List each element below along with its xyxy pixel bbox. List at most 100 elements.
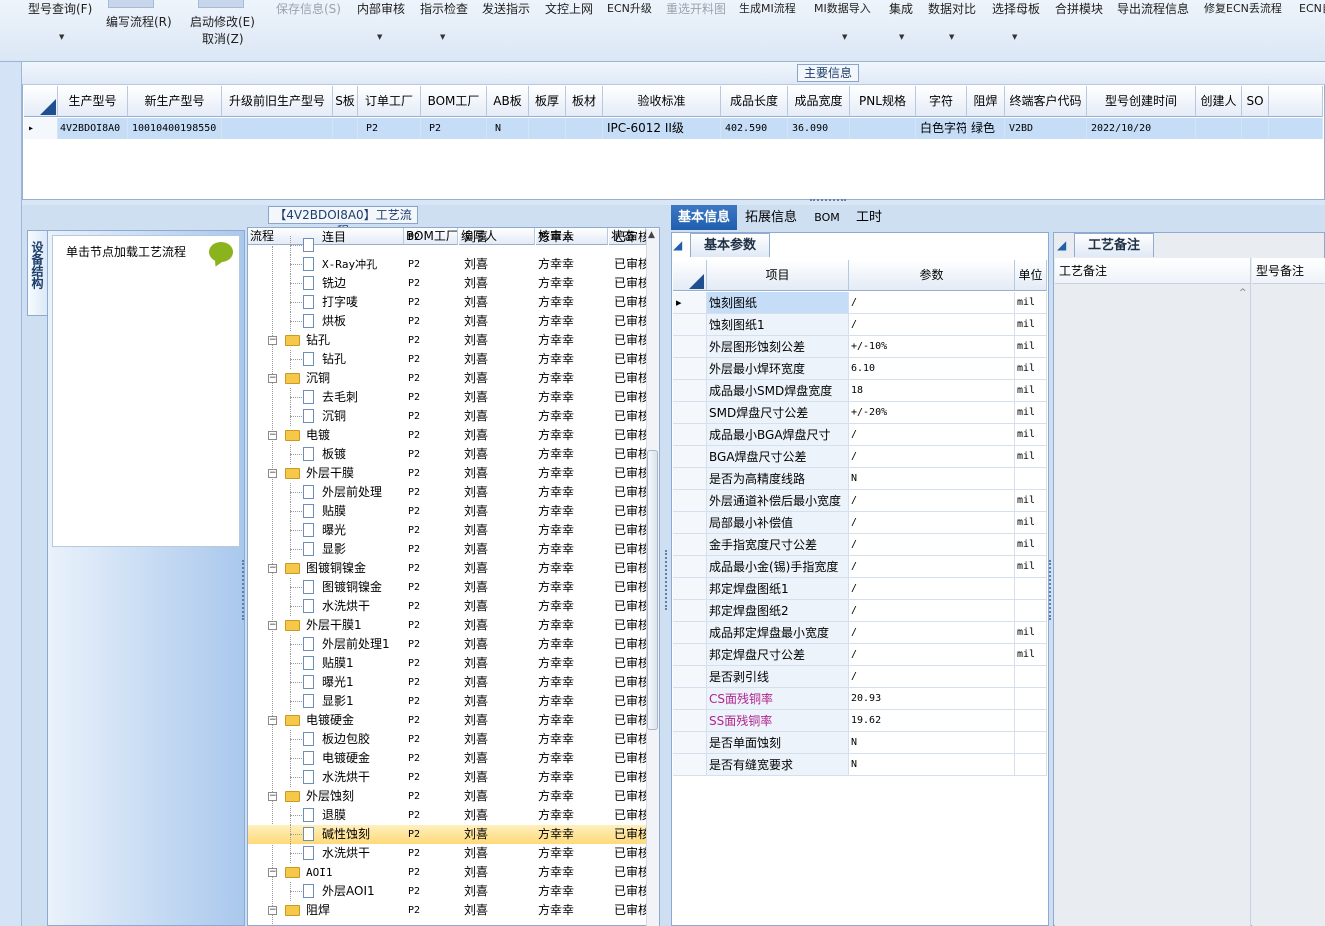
main-col-header[interactable]: PNL规格: [850, 86, 916, 117]
process-row[interactable]: 贴膜 P2 刘喜 方幸幸 已审核: [248, 502, 646, 521]
param-row[interactable]: 成品最小BGA焊盘尺寸 / mil: [673, 424, 1047, 446]
splitter-handle[interactable]: [1049, 560, 1052, 620]
main-col-header[interactable]: 升级前旧生产型号: [222, 86, 333, 117]
tab-work-hours[interactable]: 工时: [851, 205, 887, 230]
param-row[interactable]: SS面残铜率 19.62: [673, 710, 1047, 732]
process-row[interactable]: 板镀 P2 刘喜 方幸幸 已审核: [248, 445, 646, 464]
param-row[interactable]: 成品最小金(锡)手指宽度 / mil: [673, 556, 1047, 578]
params-col-item[interactable]: 项目: [707, 260, 849, 291]
main-cell[interactable]: IPC-6012 II级: [603, 118, 721, 139]
main-cell[interactable]: V2BD: [1005, 118, 1087, 139]
splitter-handle[interactable]: [242, 560, 245, 620]
tab-bom[interactable]: BOM: [808, 205, 846, 230]
process-row[interactable]: 曝光 P2 刘喜 方幸幸 已审核: [248, 521, 646, 540]
param-row[interactable]: 是否单面蚀刻 N: [673, 732, 1047, 754]
param-row[interactable]: 邦定焊盘图纸2/: [673, 600, 1047, 622]
collapse-icon[interactable]: −: [268, 906, 277, 915]
send-instruction-button[interactable]: 发送指示: [482, 0, 530, 17]
param-value[interactable]: /: [849, 622, 1015, 644]
process-row[interactable]: 退膜 P2 刘喜 方幸幸 已审核: [248, 806, 646, 825]
row-selector[interactable]: [673, 556, 707, 578]
process-row[interactable]: 烘板 P2 刘喜 方幸幸 已审核: [248, 312, 646, 331]
row-selector[interactable]: [673, 402, 707, 424]
process-notes-box[interactable]: 工艺备注 ^: [1055, 258, 1251, 926]
process-row[interactable]: 水洗烘干 P2 刘喜 方幸幸 已审核: [248, 597, 646, 616]
process-row[interactable]: − 电镀 P2 刘喜 方幸幸 已审核: [248, 426, 646, 445]
generate-mi-flow-button[interactable]: 生成MI流程: [739, 0, 796, 16]
param-value[interactable]: /: [849, 666, 1015, 688]
param-value[interactable]: /: [849, 600, 1015, 622]
params-grid-corner[interactable]: [673, 260, 707, 291]
main-cell[interactable]: P2: [358, 118, 421, 139]
collapse-icon[interactable]: −: [268, 621, 277, 630]
collapse-icon[interactable]: −: [268, 431, 277, 440]
param-value[interactable]: /: [849, 424, 1015, 446]
export-flow-button[interactable]: 导出流程信息: [1117, 0, 1189, 17]
write-flow-button[interactable]: 编写流程(R): [106, 13, 172, 30]
params-col-unit[interactable]: 单位: [1015, 260, 1047, 291]
main-cell[interactable]: [333, 118, 358, 139]
main-cell[interactable]: 2022/10/20: [1087, 118, 1196, 139]
main-cell[interactable]: 白色字符: [916, 118, 967, 139]
row-indicator-icon[interactable]: ▸: [24, 118, 58, 139]
tab-equipment-structure[interactable]: 设备结构: [27, 230, 47, 316]
chevron-down-icon[interactable]: ▼: [949, 33, 954, 41]
process-row[interactable]: − 阻焊 P2 刘喜 方幸幸 已审核: [248, 901, 646, 920]
process-row[interactable]: 碱性蚀刻 P2 刘喜 方幸幸 已审核: [248, 825, 646, 844]
collapse-icon[interactable]: −: [268, 868, 277, 877]
process-row[interactable]: X-Ray冲孔 P2 刘喜 方幸幸 已审核: [248, 255, 646, 274]
row-selector[interactable]: [673, 622, 707, 644]
main-cell[interactable]: 402.590: [721, 118, 788, 139]
collapse-arrow-icon[interactable]: ◢: [673, 238, 682, 252]
collapse-icon[interactable]: −: [268, 469, 277, 478]
model-query-button[interactable]: 型号查询(F): [28, 0, 92, 17]
save-info-button[interactable]: 保存信息(S): [276, 0, 341, 17]
row-selector[interactable]: [673, 358, 707, 380]
main-cell[interactable]: 4V2BDOI8A0: [58, 118, 128, 139]
main-col-header[interactable]: SO: [1242, 86, 1269, 117]
repair-ecn-flow-button[interactable]: 修复ECN丢流程: [1204, 0, 1282, 16]
param-value[interactable]: /: [849, 644, 1015, 666]
row-selector[interactable]: [673, 336, 707, 358]
chevron-down-icon[interactable]: ▼: [842, 33, 847, 41]
row-selector[interactable]: [673, 688, 707, 710]
param-value[interactable]: 6.10: [849, 358, 1015, 380]
chevron-down-icon[interactable]: ▼: [377, 33, 382, 41]
param-value[interactable]: /: [849, 446, 1015, 468]
ecn-auto-button[interactable]: ECN自: [1299, 0, 1325, 16]
model-notes-box[interactable]: 型号备注: [1252, 258, 1325, 926]
doc-online-button[interactable]: 文控上网: [545, 0, 593, 17]
param-value[interactable]: N: [849, 754, 1015, 776]
ecn-upgrade-button[interactable]: ECN升级: [607, 0, 652, 16]
param-value[interactable]: 19.62: [849, 710, 1015, 732]
param-row[interactable]: 蚀刻图纸1/mil: [673, 314, 1047, 336]
integration-button[interactable]: 集成: [889, 0, 913, 17]
row-selector[interactable]: [673, 732, 707, 754]
process-row[interactable]: − 电镀硬金 P2 刘喜 方幸幸 已审核: [248, 711, 646, 730]
main-cell[interactable]: P2: [421, 118, 487, 139]
param-row[interactable]: 成品邦定焊盘最小宽度 / mil: [673, 622, 1047, 644]
scroll-thumb[interactable]: [647, 450, 658, 730]
main-cell[interactable]: [222, 118, 333, 139]
row-selector[interactable]: [673, 512, 707, 534]
reselect-cutting-button[interactable]: 重选开料图: [666, 0, 726, 17]
row-selector[interactable]: [673, 666, 707, 688]
process-row[interactable]: − 钻孔 P2 刘喜 方幸幸 已审核: [248, 331, 646, 350]
main-col-header[interactable]: 板材: [566, 86, 603, 117]
collapse-icon[interactable]: −: [268, 564, 277, 573]
param-row[interactable]: CS面残铜率 20.93: [673, 688, 1047, 710]
process-row[interactable]: 显影1 P2 刘喜 方幸幸 已审核: [248, 692, 646, 711]
main-col-header[interactable]: 字符: [916, 86, 967, 117]
process-row[interactable]: 曝光1 P2 刘喜 方幸幸 已审核: [248, 673, 646, 692]
row-selector[interactable]: [673, 314, 707, 336]
main-col-header[interactable]: 型号创建时间: [1087, 86, 1196, 117]
row-selector[interactable]: [673, 578, 707, 600]
param-value[interactable]: +/-20%: [849, 402, 1015, 424]
instruction-check-button[interactable]: 指示检查: [420, 0, 468, 17]
main-col-header[interactable]: 成品宽度: [788, 86, 850, 117]
process-row[interactable]: − AOI1 P2 刘喜 方幸幸 已审核: [248, 863, 646, 882]
row-selector[interactable]: [673, 534, 707, 556]
param-row[interactable]: SMD焊盘尺寸公差 +/-20% mil: [673, 402, 1047, 424]
data-compare-button[interactable]: 数据对比: [928, 0, 976, 17]
row-selector[interactable]: [673, 754, 707, 776]
